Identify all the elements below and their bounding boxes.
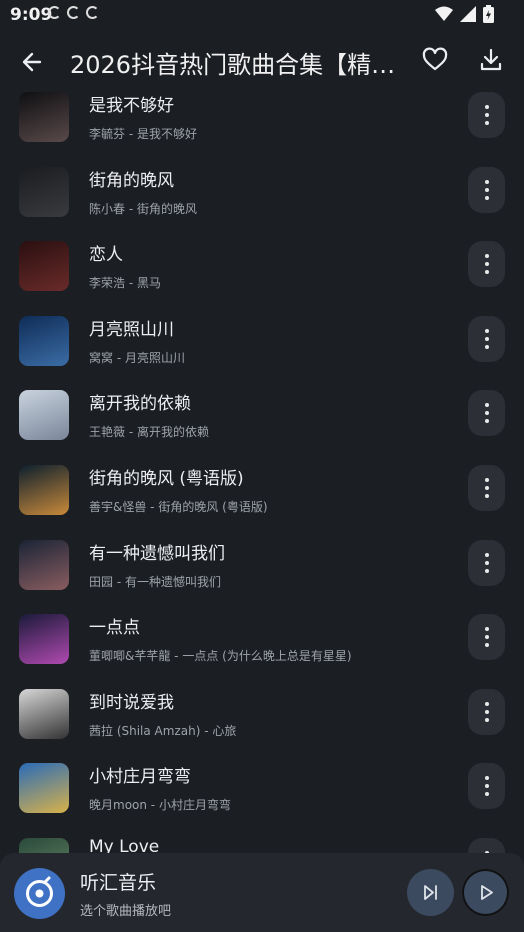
song-list[interactable]: 是我不够好李毓芬 - 是我不够好街角的晚风陈小春 - 街角的晚风恋人李荣浩 - … xyxy=(0,92,524,854)
song-title: 有一种遗憾叫我们 xyxy=(89,543,225,564)
more-options-button[interactable] xyxy=(468,539,505,586)
sync-icon xyxy=(48,6,61,19)
play-button[interactable] xyxy=(462,869,509,916)
more-options-button[interactable] xyxy=(468,688,505,735)
more-options-button[interactable] xyxy=(468,315,505,362)
signal-icon xyxy=(460,6,476,22)
player-subtitle: 选个歌曲播放吧 xyxy=(80,904,172,919)
song-row[interactable]: 到时说爱我茜拉 (Shila Amzah) - 心旅 xyxy=(0,675,524,750)
song-title: 月亮照山川 xyxy=(89,319,174,340)
song-artist-album: 李毓芬 - 是我不够好 xyxy=(89,127,197,141)
song-title: 到时说爱我 xyxy=(89,692,174,713)
song-title: 恋人 xyxy=(89,245,123,266)
album-cover xyxy=(19,315,69,366)
app-logo xyxy=(14,868,65,919)
more-vertical-icon xyxy=(484,701,489,722)
player-title: 听汇音乐 xyxy=(80,872,157,894)
more-vertical-icon xyxy=(484,179,489,200)
download-icon xyxy=(480,48,502,71)
more-options-button[interactable] xyxy=(468,763,505,810)
wifi-icon xyxy=(435,6,453,21)
song-artist-album: 王艳薇 - 离开我的依赖 xyxy=(89,425,209,440)
song-artist-album: 窝窝 - 月亮照山川 xyxy=(89,350,185,365)
skip-next-button[interactable] xyxy=(407,869,454,916)
more-options-button[interactable] xyxy=(468,166,505,213)
more-options-button[interactable] xyxy=(468,390,505,437)
album-cover xyxy=(19,241,69,292)
album-cover xyxy=(19,763,69,814)
more-options-button[interactable] xyxy=(468,241,505,288)
more-vertical-icon xyxy=(484,328,489,349)
album-cover xyxy=(19,92,69,142)
song-title: My Love xyxy=(89,836,160,854)
more-options-button[interactable] xyxy=(468,614,505,661)
song-title: 小村庄月弯弯 xyxy=(89,767,191,788)
song-artist-album: 董唧唧&芊芊龍 - 一点点 (为什么晚上总是有星星) xyxy=(89,649,352,664)
song-artist-album: 善宇&怪兽 - 街角的晚风 (粤语版) xyxy=(89,499,268,514)
song-title: 是我不够好 xyxy=(89,96,174,116)
more-options-button[interactable] xyxy=(468,92,505,138)
song-artist-album: 茜拉 (Shila Amzah) - 心旅 xyxy=(89,723,237,738)
song-list-inner: 是我不够好李毓芬 - 是我不够好街角的晚风陈小春 - 街角的晚风恋人李荣浩 - … xyxy=(0,92,524,854)
more-vertical-icon xyxy=(484,627,489,648)
song-row[interactable]: 街角的晚风陈小春 - 街角的晚风 xyxy=(0,153,524,228)
music-disc-icon xyxy=(26,876,53,907)
song-artist-album: 晚月moon - 小村庄月弯弯 xyxy=(89,798,231,813)
song-title: 一点点 xyxy=(89,618,140,639)
page-title: 2026抖音热门歌曲合集【精选】 xyxy=(70,51,410,79)
song-title: 离开我的依赖 xyxy=(89,394,191,415)
song-row[interactable]: 小村庄月弯弯晚月moon - 小村庄月弯弯 xyxy=(0,749,524,824)
song-row[interactable]: 离开我的依赖王艳薇 - 离开我的依赖 xyxy=(0,376,524,451)
more-vertical-icon xyxy=(484,776,489,797)
song-row[interactable]: 街角的晚风 (粤语版) 善宇&怪兽 - 街角的晚风 (粤语版) xyxy=(0,451,524,526)
album-cover xyxy=(19,688,69,739)
song-artist-album: 田园 - 有一种遗憾叫我们 xyxy=(89,574,221,589)
more-vertical-icon xyxy=(484,403,489,424)
song-artist-album: 李荣浩 - 黑马 xyxy=(89,276,161,291)
song-row[interactable]: My Love xyxy=(0,824,524,854)
status-bar: 9:09 xyxy=(0,0,524,30)
arrow-left-icon xyxy=(22,52,42,72)
song-title: 街角的晚风 xyxy=(89,170,174,191)
sync-icon xyxy=(67,6,80,19)
song-row[interactable]: 一点点董唧唧&芊芊龍 - 一点点 (为什么晚上总是有星星) xyxy=(0,600,524,675)
play-icon xyxy=(481,885,493,900)
player-bar[interactable]: 听汇音乐 选个歌曲播放吧 xyxy=(0,853,524,932)
status-right xyxy=(435,5,494,23)
album-cover xyxy=(19,837,69,854)
album-cover xyxy=(19,464,69,515)
song-row[interactable]: 有一种遗憾叫我们田园 - 有一种遗憾叫我们 xyxy=(0,526,524,601)
more-vertical-icon xyxy=(484,477,489,498)
album-cover xyxy=(19,614,69,665)
song-row[interactable]: 月亮照山川窝窝 - 月亮照山川 xyxy=(0,302,524,377)
more-vertical-icon xyxy=(484,552,489,573)
song-row[interactable]: 是我不够好李毓芬 - 是我不够好 xyxy=(0,92,524,153)
song-artist-album: 陈小春 - 街角的晚风 xyxy=(89,201,197,216)
favorite-button[interactable] xyxy=(421,46,451,76)
more-options-button[interactable] xyxy=(468,464,505,511)
status-time: 9:09 xyxy=(10,5,53,25)
app-header: 2026抖音热门歌曲合集【精选】 xyxy=(0,30,524,92)
more-options-button[interactable] xyxy=(468,837,505,854)
more-vertical-icon xyxy=(484,105,489,125)
album-cover xyxy=(19,390,69,441)
song-title: 街角的晚风 (粤语版) xyxy=(89,468,244,489)
download-button[interactable] xyxy=(477,46,507,76)
heart-icon xyxy=(422,47,448,71)
back-button[interactable] xyxy=(18,47,48,77)
album-cover xyxy=(19,166,69,217)
skip-next-icon xyxy=(424,885,437,900)
album-cover xyxy=(19,539,69,590)
notification-icons xyxy=(48,6,99,19)
sync-icon xyxy=(86,6,99,19)
song-row[interactable]: 恋人李荣浩 - 黑马 xyxy=(0,227,524,302)
more-vertical-icon xyxy=(484,254,489,275)
battery-icon xyxy=(483,5,494,23)
